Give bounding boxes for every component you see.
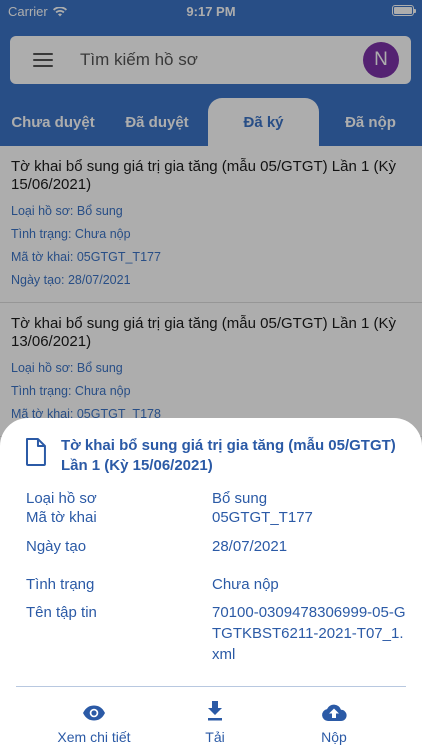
status-value: Chưa nộp <box>212 576 279 593</box>
filename-label: Tên tập tin <box>26 604 97 621</box>
view-detail-label: Xem chi tiết <box>57 729 131 745</box>
code-label: Mã tờ khai <box>26 509 97 526</box>
bottom-sheet: Tờ khai bổ sung giá trị gia tăng (mẫu 05… <box>0 418 422 750</box>
eye-icon <box>83 705 105 721</box>
type-label: Loại hồ sơ <box>26 490 97 507</box>
submit-button[interactable]: Nộp <box>313 699 355 745</box>
submit-label: Nộp <box>321 729 347 745</box>
document-icon <box>25 438 46 466</box>
divider <box>16 686 406 687</box>
view-detail-button[interactable]: Xem chi tiết <box>48 699 140 745</box>
cloud-upload-icon <box>322 704 347 721</box>
download-button[interactable]: Tải <box>195 699 235 745</box>
sheet-header: Tờ khai bổ sung giá trị gia tăng (mẫu 05… <box>25 436 410 476</box>
filename-value: 70100-0309478306999-05-GTGTKBST6211-2021… <box>212 604 406 663</box>
created-value: 28/07/2021 <box>212 538 288 555</box>
code-value: 05GTGT_T177 <box>212 509 313 526</box>
download-label: Tải <box>205 729 225 745</box>
status-label: Tình trạng <box>26 576 95 593</box>
download-icon <box>208 701 222 721</box>
sheet-title: Tờ khai bổ sung giá trị gia tăng (mẫu 05… <box>60 437 396 474</box>
type-value: Bổ sung <box>212 490 268 507</box>
created-label: Ngày tạo <box>26 538 87 555</box>
